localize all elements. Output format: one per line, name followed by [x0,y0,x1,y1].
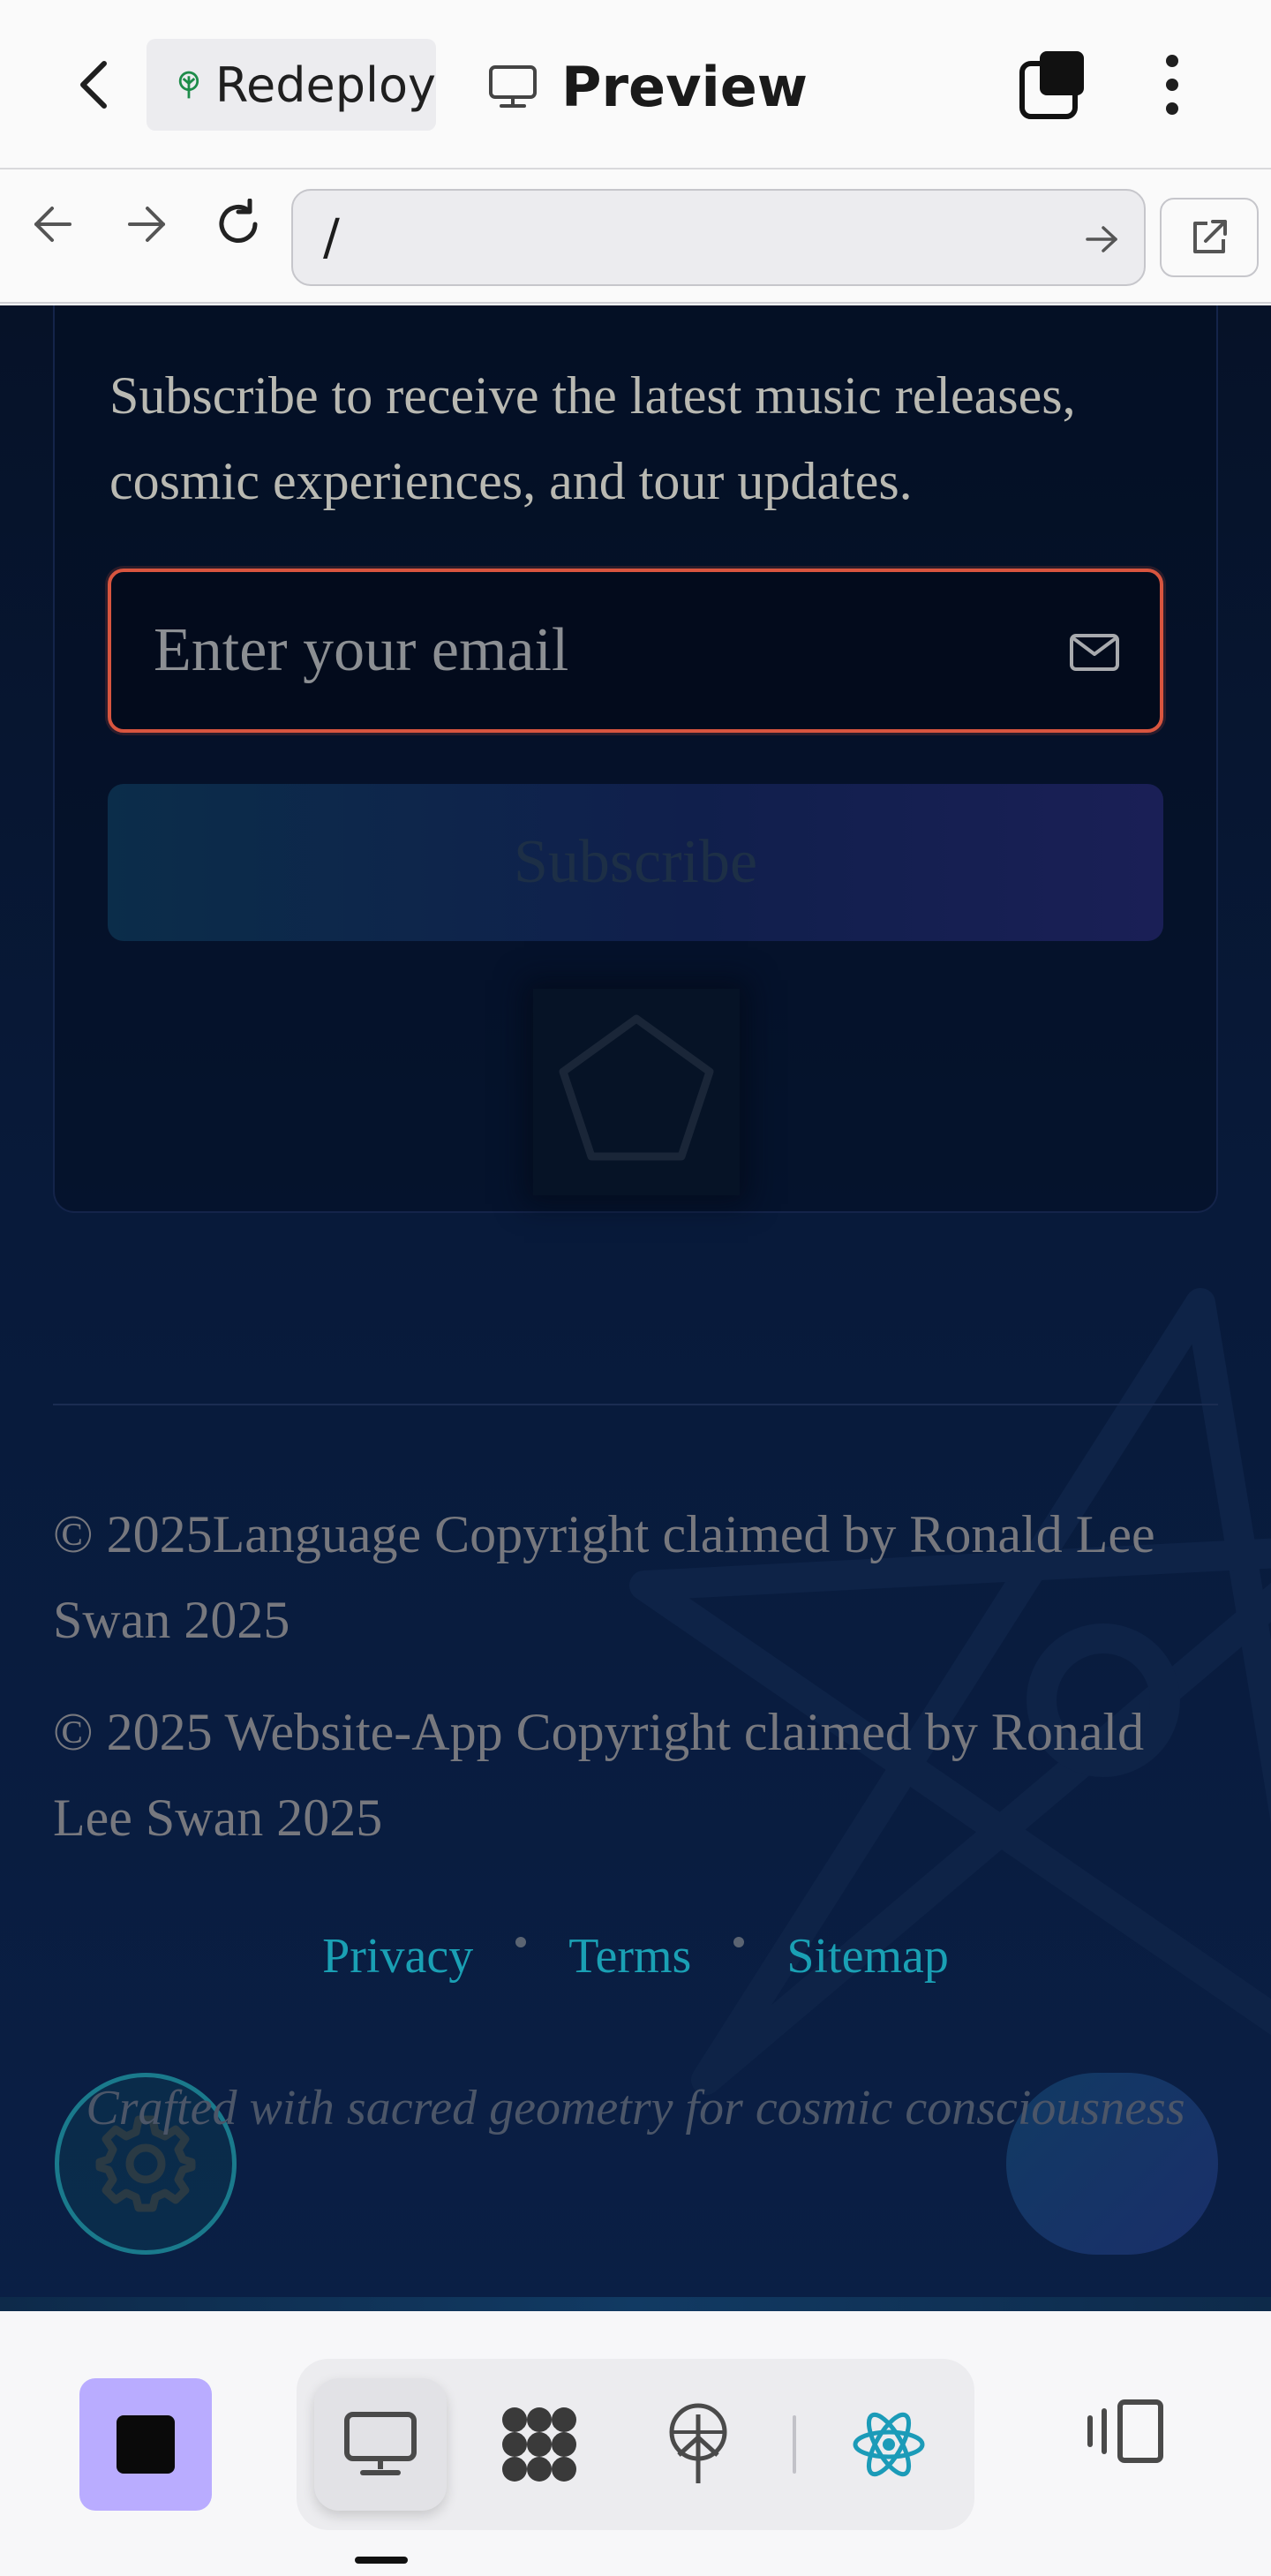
tab-switcher-button[interactable] [1015,48,1089,122]
pentagon-icon [559,1014,714,1161]
preview-tool-button[interactable] [314,2378,447,2511]
preview-title: Preview [561,54,808,119]
side-panel-icon [1087,2399,1163,2463]
side-panel-button[interactable] [1080,2387,1169,2475]
copyright-website: © 2025 Website-App Copyright claimed by … [53,1703,1145,1847]
arrow-left-icon [34,207,71,242]
footer-divider [53,1404,1218,1405]
newsletter-description: Subscribe to receive the latest music re… [109,366,1076,510]
app-top-bar: Redeploy Preview [0,0,1271,169]
url-bar[interactable]: / [291,189,1146,286]
reload-icon [219,199,258,243]
nav-back-button[interactable] [26,198,79,251]
content-bottom-edge [0,2297,1271,2311]
reload-button[interactable] [212,198,265,251]
monitor-icon [489,65,537,108]
external-link-icon [1193,220,1227,253]
tool-separator [793,2415,796,2474]
footer-tagline: Crafted with sacred geometry for cosmic … [86,2081,1185,2135]
stop-button[interactable] [79,2378,212,2511]
subscribe-button[interactable]: Subscribe [108,784,1163,941]
privacy-link[interactable]: Privacy [322,1928,473,1985]
network-icon [502,2407,576,2482]
arrow-right-icon[interactable] [1082,219,1123,260]
pentagon-emblem [533,989,740,1195]
bottom-toolbar [0,2311,1271,2576]
back-button[interactable] [62,53,125,117]
project-tab-label: Redeploy [214,56,436,113]
react-tool-button[interactable] [823,2378,955,2511]
preview-tab[interactable]: Preview [487,51,808,122]
open-external-button[interactable] [1160,198,1259,277]
url-text: / [323,208,340,267]
deploy-icon [669,2403,727,2483]
deploy-tool-button[interactable] [632,2378,764,2511]
chevron-left-icon [80,61,107,109]
project-tab[interactable]: Redeploy [147,39,436,131]
nav-forward-button[interactable] [120,198,173,251]
react-icon [853,2412,925,2477]
stop-icon [117,2415,175,2474]
browser-nav-bar: / [0,171,1271,304]
copyright-language: © 2025Language Copyright claimed by Rona… [53,1505,1155,1649]
network-tool-button[interactable] [473,2378,605,2511]
web-preview: Subscribe to receive the latest music re… [0,305,1271,2311]
tree-icon [178,71,199,99]
email-field[interactable] [108,569,1163,733]
monitor-icon [344,2412,417,2475]
home-indicator [355,2557,408,2564]
view-tool-group [297,2359,974,2530]
more-vertical-icon [1166,55,1178,67]
mail-icon [1070,634,1119,671]
link-separator [515,1937,527,1947]
link-separator [733,1937,745,1947]
email-input[interactable] [111,572,1160,729]
arrow-right-icon [128,207,165,242]
terms-link[interactable]: Terms [568,1928,691,1985]
more-options-button[interactable] [1147,48,1197,122]
tab-switcher-icon [1019,51,1084,119]
sitemap-link[interactable]: Sitemap [786,1928,949,1985]
footer-links: Privacy Terms Sitemap [0,1928,1271,1985]
